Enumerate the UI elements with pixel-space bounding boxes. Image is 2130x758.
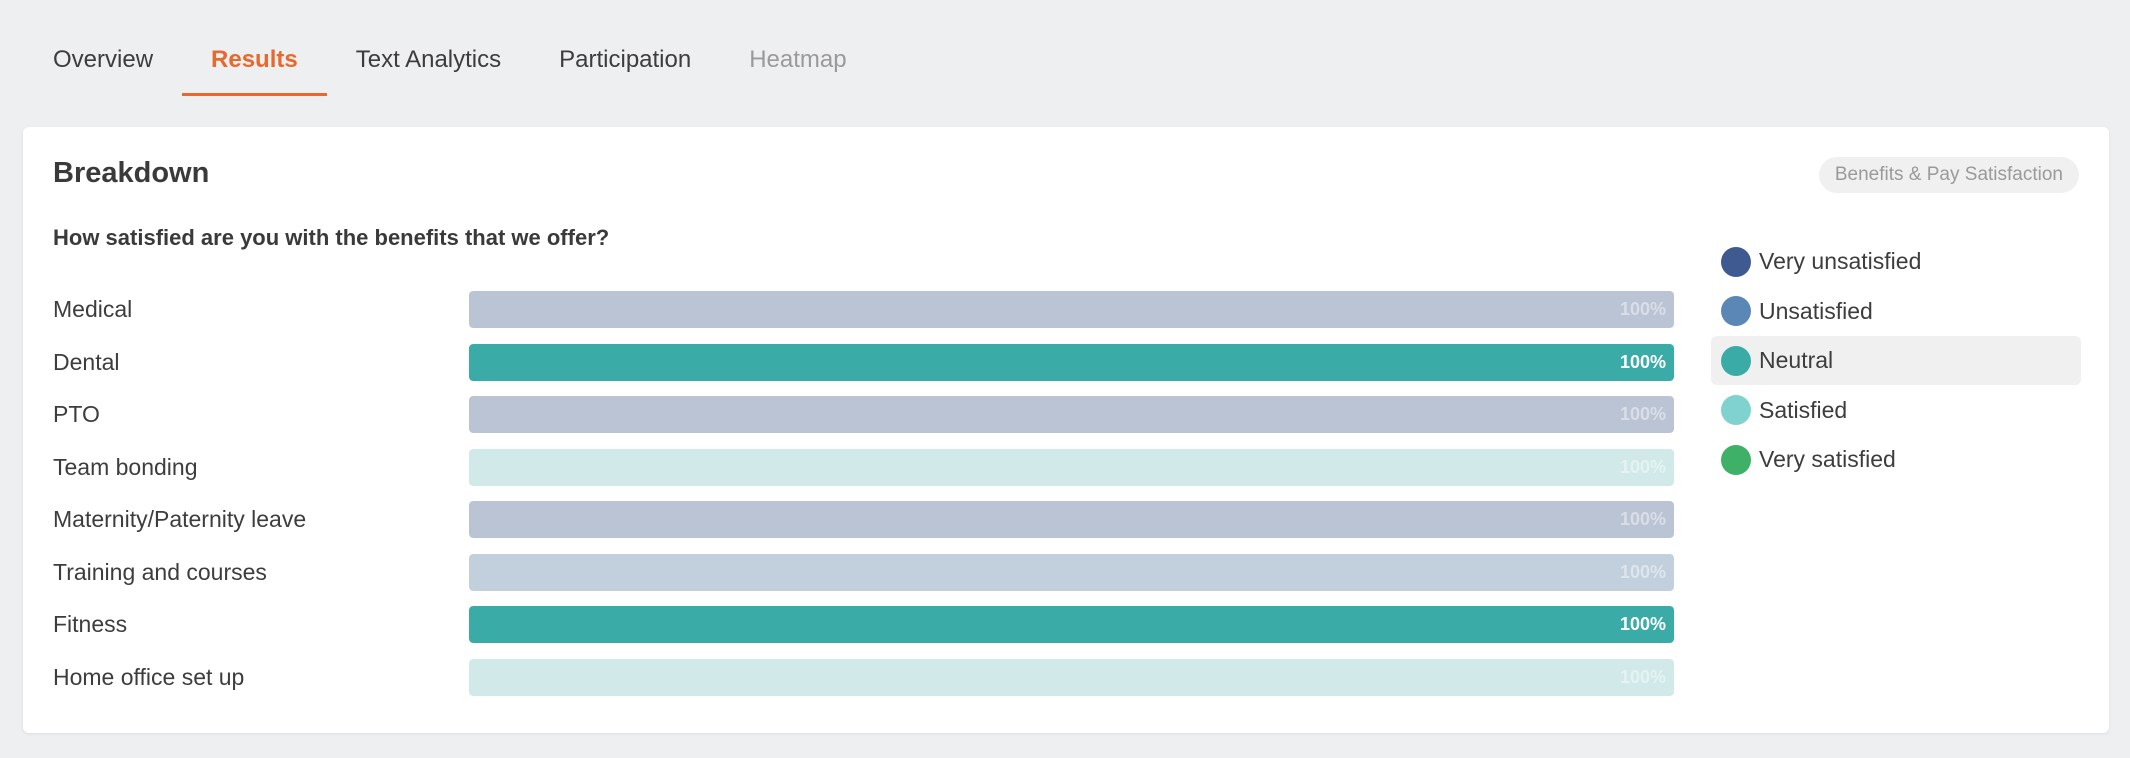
bar-fill [469,501,1674,538]
results-tabs: Overview Results Text Analytics Particip… [24,0,876,98]
legend-label: Neutral [1759,347,1834,373]
bar[interactable]: 100% [469,553,1674,591]
legend-label: Very satisfied [1759,446,1896,472]
bar-fill [469,396,1674,433]
breakdown-row: Team bonding 100% [53,448,1703,502]
legend-item-very-satisfied[interactable]: Very satisfied [1711,435,2081,484]
legend-dot-icon [1721,444,1751,475]
breakdown-row: Maternity/Paternity leave 100% [53,501,1703,554]
legend-label: Very unsatisfied [1759,248,1922,274]
legend-item-unsatisfied[interactable]: Unsatisfied [1711,287,2081,336]
bar-value: 100% [1619,456,1666,477]
tab-results[interactable]: Results [182,0,327,98]
breakdown-row: Training and courses 100% [53,553,1703,607]
bar-value: 100% [1619,614,1666,634]
bar-value: 100% [1619,299,1666,319]
row-label: Medical [53,296,133,322]
breakdown-row: Medical 100% [53,291,1703,344]
bar[interactable]: 100% [469,448,1674,486]
row-label: Fitness [53,611,128,637]
legend-label: Unsatisfied [1759,297,1873,324]
breakdown-row: Home office set up 100% [53,658,1703,712]
row-label: Dental [53,348,120,375]
bar-fill [469,658,1674,696]
row-label: Maternity/Paternity leave [53,506,307,532]
bar[interactable]: 100% [469,291,1674,328]
card-title: Breakdown [53,157,210,189]
breakdown-card: Breakdown Benefits & Pay Satisfaction Ho… [23,127,2109,733]
breakdown-row: Fitness 100% [53,606,1703,659]
legend-item-very-unsatisfied[interactable]: Very unsatisfied [1711,237,2081,286]
question-text: How satisfied are you with the benefits … [53,225,610,250]
bar-value: 100% [1619,351,1666,372]
bar-fill [469,606,1674,643]
category-badge: Benefits & Pay Satisfaction [1818,157,2079,193]
bar-value: 100% [1619,509,1666,529]
legend: Very unsatisfied Unsatisfied Neutral Sat… [1711,237,2081,485]
row-label: Training and courses [53,558,267,585]
bar-fill [469,291,1674,328]
bar[interactable]: 100% [469,343,1674,381]
tab-heatmap[interactable]: Heatmap [720,0,875,98]
legend-dot-icon [1721,246,1751,277]
tab-participation[interactable]: Participation [530,0,720,98]
legend-dot-icon [1721,395,1751,425]
bar[interactable]: 100% [469,658,1674,696]
legend-item-satisfied[interactable]: Satisfied [1711,386,2081,435]
legend-dot-icon [1721,345,1751,376]
row-label: Home office set up [53,663,245,690]
bar[interactable]: 100% [469,501,1674,538]
row-label: Team bonding [53,453,198,480]
legend-label: Satisfied [1759,396,1848,423]
breakdown-rows: Medical 100% Dental 100% PTO 100% Team b… [53,291,1703,711]
legend-dot-icon [1721,296,1751,326]
bar-value: 100% [1619,666,1666,687]
bar[interactable]: 100% [469,396,1674,433]
breakdown-row: Dental 100% [53,343,1703,397]
bar-value: 100% [1619,404,1666,424]
bar-fill [469,343,1674,381]
bar[interactable]: 100% [469,606,1674,643]
bar-fill [469,448,1674,486]
bar-fill [469,553,1674,591]
legend-item-neutral[interactable]: Neutral [1711,336,2081,385]
breakdown-row: PTO 100% [53,396,1703,449]
tab-text-analytics[interactable]: Text Analytics [327,0,530,98]
row-label: PTO [53,401,100,427]
tab-overview[interactable]: Overview [24,0,182,98]
bar-value: 100% [1619,561,1666,582]
